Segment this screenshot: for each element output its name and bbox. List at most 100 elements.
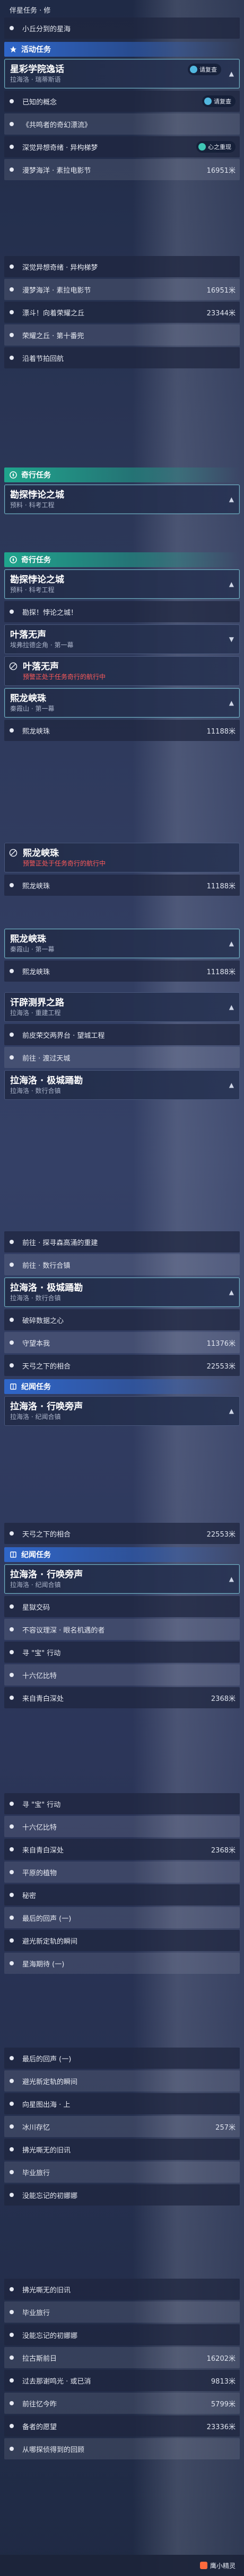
bullet-icon [10, 2193, 14, 2197]
list-item[interactable]: 沿着节拍回航 [4, 347, 240, 368]
chevron-up-icon[interactable]: ▲ [229, 70, 234, 77]
chevron-up-icon[interactable]: ▲ [229, 1081, 234, 1089]
chevron-up-icon[interactable]: ▲ [229, 496, 234, 503]
list-item[interactable]: 天弓之下的相合 22553米 [4, 1355, 240, 1376]
list-item[interactable]: 漫梦海洋 · 素拉电影节 16951米 [4, 159, 240, 180]
list-item[interactable]: 过去那谢鸣光 · 或已消 9813米 [4, 2370, 240, 2391]
list-item[interactable]: 冰川存忆 257米 [4, 2116, 240, 2137]
list-item[interactable]: 前往 · 数行合镇 [4, 1254, 240, 1275]
chevron-up-icon[interactable]: ▲ [229, 1003, 234, 1011]
list-item[interactable]: 熙龙峡珠 11188米 [4, 720, 240, 741]
chevron-up-icon[interactable]: ▲ [229, 1575, 234, 1583]
list-item[interactable]: 天弓之下的相合 22553米 [4, 1523, 240, 1544]
list-item[interactable]: 最后的回声 (一) [4, 1907, 240, 1928]
quest-card[interactable]: 熙龙峡珠 秦霞山 · 第一幕 ▲ [4, 688, 240, 718]
blocked-icon [9, 662, 18, 673]
list-item[interactable]: 避光新定轨的瞬间 [4, 2070, 240, 2092]
list-item[interactable]: 前往 · 渡过天城 [4, 1047, 240, 1068]
quest-card[interactable]: 熙龙峡珠 秦霞山 · 第一幕 ▲ [4, 929, 240, 958]
panel-strip-10: 最后的回声 (一) 避光新定轨的瞬间 向星图出海 · 上 冰川存忆 257米 拂光… [0, 2025, 244, 2258]
chevron-up-icon[interactable]: ▲ [229, 580, 234, 588]
list-item[interactable]: 星獄交码 [4, 1596, 240, 1617]
bullet-icon [10, 287, 14, 292]
bullet-icon [10, 264, 14, 269]
quest-card[interactable]: 拉海洛 · 行唤旁声 拉海洛 · 纪闻合镇 ▲ [4, 1564, 240, 1594]
list-item[interactable]: 没能忘记的初娜娜 [4, 2184, 240, 2206]
bullet-icon [10, 2401, 14, 2405]
list-item[interactable]: 来自青白深处 2368米 [4, 1839, 240, 1860]
quest-card[interactable]: 讦辟测界之路 拉海洛 · 重建工程 ▲ [4, 992, 240, 1022]
panel-strip-1: 伴星任务 · 修 小丘分到的星海 活动任务 星彩学院逸话 拉海洛 · 瑞蒂斯语 … [0, 0, 244, 233]
quest-card[interactable]: 拉海洛 · 极城踊勘 拉海洛 · 数行合镇 ▲ [4, 1277, 240, 1307]
chevron-down-icon[interactable]: ▼ [229, 636, 234, 643]
list-item[interactable]: 星海期待 (一) [4, 1953, 240, 1974]
bullet-icon [10, 728, 14, 733]
bullet-icon [10, 1055, 14, 1060]
bullet-icon [10, 1802, 14, 1806]
quest-card[interactable]: 熙龙峡珠 预警正处于任务奇行的航行中 [4, 843, 240, 872]
list-item[interactable]: 从哪探侦得到的回顾 [4, 2438, 240, 2459]
list-item[interactable]: 避光新定轨的瞬间 [4, 1930, 240, 1951]
bullet-icon [10, 99, 14, 103]
list-item[interactable]: 寻 "宝" 行动 [4, 1642, 240, 1663]
list-item[interactable]: 不容议理深 · 眼名机遇的者 [4, 1619, 240, 1640]
list-item[interactable]: 平原的植物 [4, 1862, 240, 1883]
bullet-icon [10, 167, 14, 172]
chevron-up-icon[interactable]: ▲ [229, 1407, 234, 1415]
list-item[interactable]: 拂光嘶无的旧讯 [4, 2279, 240, 2300]
section-record-header: 纪闻任务 [4, 1379, 240, 1394]
quest-card[interactable]: 拉海洛 · 极城踊勘 拉海洛 · 数行合镇 ▲ [4, 1070, 240, 1100]
chevron-up-icon[interactable]: ▲ [229, 699, 234, 707]
bullet-icon [10, 145, 14, 149]
list-item[interactable]: 秘密 [4, 1884, 240, 1905]
list-item[interactable]: 已知的概念 请复查 [4, 91, 240, 112]
list-item[interactable]: 破碎数据之心 [4, 1309, 240, 1330]
bullet-icon [10, 2170, 14, 2174]
compass-icon [8, 555, 18, 564]
bullet-icon [10, 969, 14, 973]
bullet-icon [10, 1870, 14, 1874]
list-item[interactable]: 寻 "宝" 行动 [4, 1793, 240, 1814]
list-item[interactable]: 漂斗！向着荣耀之丘 23344米 [4, 302, 240, 323]
list-item[interactable]: 毕业旅行 [4, 2301, 240, 2323]
quest-card[interactable]: 叶落无声 埃弗拉德企角 · 第一幕 ▼ [4, 624, 240, 654]
list-item[interactable]: 小丘分到的星海 [4, 17, 240, 39]
list-item[interactable]: 深觉异想奇绪 · 异构梯梦 [4, 256, 240, 277]
list-item[interactable]: 荣耀之丘 · 第十番兜 [4, 324, 240, 346]
list-item[interactable]: 熙龙峡珠 11188米 [4, 960, 240, 982]
list-item[interactable]: 最后的回声 (一) [4, 2048, 240, 2069]
panel-strip-8: 天弓之下的相合 22553米 纪闻任务 拉海洛 · 行唤旁声 拉海洛 · 纪闻合镇… [0, 1495, 244, 1770]
list-item[interactable]: 毕业旅行 [4, 2162, 240, 2183]
list-item[interactable]: 《共鸣者的奇幻漂流》 [4, 113, 240, 135]
list-item[interactable]: 十六亿比特 [4, 1816, 240, 1837]
list-item[interactable]: 守望本我 11376米 [4, 1332, 240, 1353]
section-main-header: 奇行任务 [4, 467, 240, 482]
list-item[interactable]: 勘探！悖论之城！ [4, 601, 240, 622]
list-item[interactable]: 拉古斯前日 16202米 [4, 2347, 240, 2368]
list-item[interactable]: 备者的愿望 23336米 [4, 2415, 240, 2437]
bullet-icon [10, 2378, 14, 2383]
list-item[interactable]: 漫梦海洋 · 素拉电影节 16951米 [4, 279, 240, 300]
quest-card[interactable]: 叶落无声 预警正处于任务奇行的航行中 [4, 656, 240, 686]
bullet-icon [10, 2333, 14, 2337]
quest-card[interactable]: 星彩学院逸话 拉海洛 · 瑞蒂斯语 请复查 ▲ [4, 59, 240, 89]
list-item[interactable]: 前往 · 探寻森高涌的重建 [4, 1231, 240, 1252]
quest-card[interactable]: 拉海洛 · 行唤旁声 拉海洛 · 纪闻合镇 ▲ [4, 1396, 240, 1426]
chevron-up-icon[interactable]: ▲ [229, 1289, 234, 1296]
quest-card[interactable]: 勘探悖论之城 预料 · 科考工程 ▲ [4, 569, 240, 599]
book-icon [8, 1550, 18, 1559]
list-item[interactable]: 来自青白深处 2368米 [4, 1687, 240, 1708]
top-label: 伴星任务 · 修 [10, 6, 51, 15]
chevron-up-icon[interactable]: ▲ [229, 940, 234, 947]
list-item[interactable]: 熙龙峡珠 11188米 [4, 875, 240, 896]
list-item[interactable]: 十六亿比特 [4, 1664, 240, 1686]
list-item[interactable]: 没能忘记的初娜娜 [4, 2324, 240, 2345]
quest-card[interactable]: 勘探悖论之城 预料 · 科考工程 ▲ [4, 484, 240, 514]
list-item[interactable]: 前皮荣交两界台 · 望城工程 [4, 1024, 240, 1045]
list-item[interactable]: 拂光嘶无的旧讯 [4, 2139, 240, 2160]
brand-logo-icon [199, 2562, 207, 2569]
list-item[interactable]: 前往忆今昨 5799米 [4, 2393, 240, 2414]
bullet-icon [10, 1696, 14, 1700]
list-item[interactable]: 向星图出海 · 上 [4, 2093, 240, 2114]
list-item[interactable]: 深觉异想奇绪 · 异构梯梦 心之重现 [4, 136, 240, 157]
